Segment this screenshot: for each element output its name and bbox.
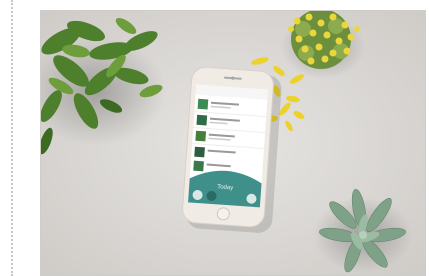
product-photo: Today [40,10,426,276]
phone-today-label: Today [217,184,233,191]
home-button [216,207,230,221]
dotted-left-rule [11,0,13,276]
smartphone: Today [182,66,282,233]
